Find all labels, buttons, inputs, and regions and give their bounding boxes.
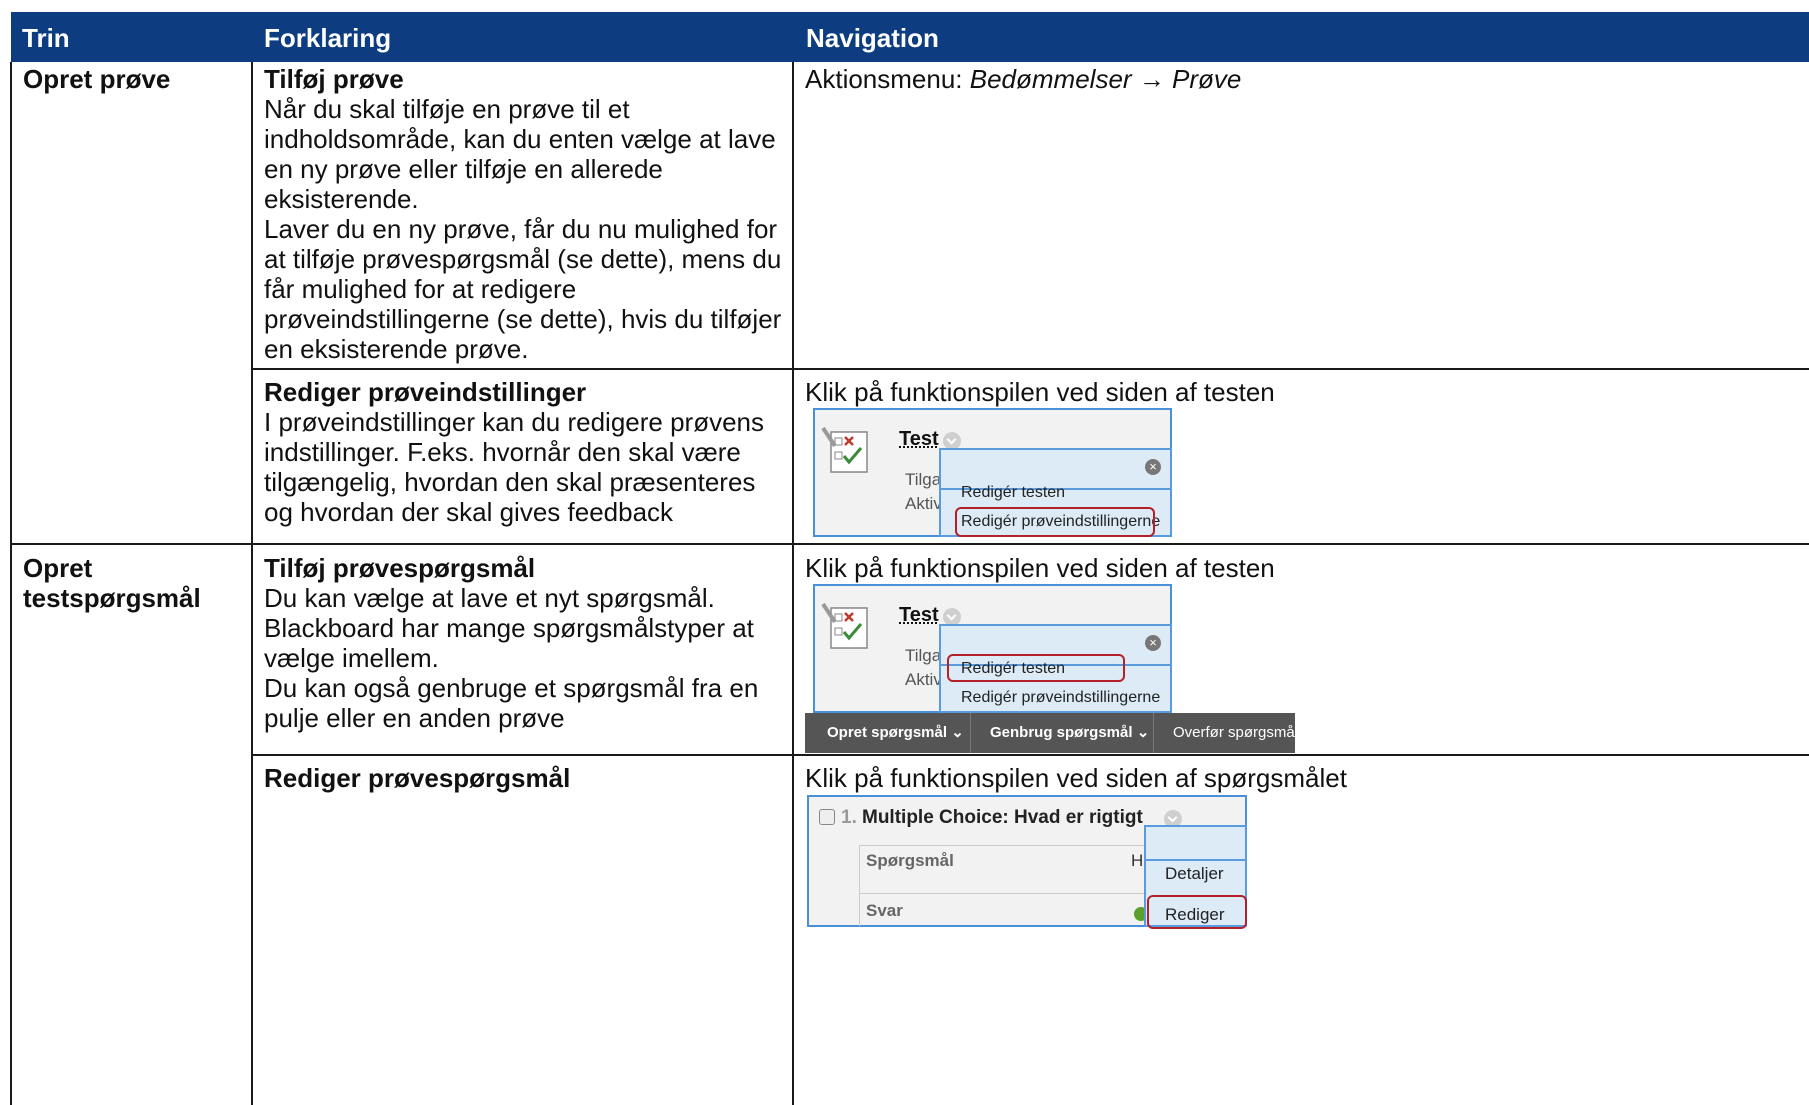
chevron-down-icon: ⌄ bbox=[1136, 724, 1150, 741]
explanation-line: en eksisterende prøve. bbox=[264, 334, 529, 364]
column-divider-1 bbox=[251, 62, 253, 1105]
nav-item-prove: Prøve bbox=[1172, 64, 1242, 94]
explanation-line: pulje eller en anden prøve bbox=[264, 703, 565, 733]
explanation-line: og hvordan der skal gives feedback bbox=[264, 497, 674, 527]
menu-item-rediger-testen[interactable]: Redigér testen bbox=[961, 484, 1065, 502]
column-header-trin: Trin bbox=[22, 23, 70, 53]
menu-header bbox=[1146, 827, 1245, 861]
context-menu: × Redigér testen Redigér prøveindstillin… bbox=[939, 624, 1172, 713]
screenshot-test-menu: Test Tilga Aktiv × Redigér testen Redigé… bbox=[813, 408, 1172, 537]
highlight-box bbox=[955, 507, 1155, 537]
row-divider-3 bbox=[251, 754, 1809, 756]
reuse-question-label: Genbrug spørgsmål bbox=[990, 724, 1133, 741]
navigation-instruction: Klik på funktionspilen ved siden af test… bbox=[805, 377, 1275, 407]
label-svar: Svar bbox=[866, 901, 903, 920]
item-detail-aktiv: Aktiv bbox=[905, 494, 942, 513]
highlight-box bbox=[1147, 895, 1247, 929]
toolbar-divider bbox=[1153, 713, 1154, 753]
test-icon bbox=[821, 426, 868, 473]
row-divider-2 bbox=[10, 543, 1809, 545]
navigation-aktionsmenu: Aktionsmenu: Bedømmelser → Prøve bbox=[805, 62, 1241, 97]
create-question-label: Opret spørgsmål bbox=[827, 724, 948, 741]
transfer-question-button[interactable]: Overfør spørgsmål bbox=[1173, 713, 1298, 753]
screenshot-question-menu: 1. Multiple Choice: Hvad er rigtigt Spør… bbox=[807, 795, 1247, 929]
test-title[interactable]: Test bbox=[899, 604, 939, 627]
toolbar-divider bbox=[970, 713, 971, 753]
nav-item-bedommelser: Bedømmelser bbox=[969, 64, 1132, 94]
navigation-instruction: Klik på funktionspilen ved siden af test… bbox=[805, 553, 1275, 583]
create-question-button[interactable]: Opret spørgsmål ⌄ bbox=[827, 713, 964, 753]
column-header-navigation: Navigation bbox=[806, 23, 939, 53]
table-header: Trin Forklaring Navigation bbox=[11, 12, 1809, 62]
screenshot-test-menu-2: Test Tilga Aktiv × Redigér testen Redigé… bbox=[813, 584, 1172, 713]
menu-item-detaljer[interactable]: Detaljer bbox=[1165, 864, 1224, 884]
item-detail-tilga: Tilga bbox=[905, 646, 942, 665]
context-menu: Detaljer Rediger bbox=[1144, 825, 1247, 929]
table-border-left bbox=[10, 62, 12, 1105]
arrow-right-icon: → bbox=[1138, 64, 1165, 94]
chevron-down-icon: ⌄ bbox=[951, 724, 964, 741]
explanation-title-rediger-spoergsmaal: Rediger prøvespørgsmål bbox=[264, 763, 571, 793]
context-menu: × Redigér testen Redigér prøveindstillin… bbox=[939, 448, 1172, 537]
item-detail-aktiv: Aktiv bbox=[905, 670, 942, 689]
question-number: 1. bbox=[841, 807, 857, 828]
label-spoergsmaal: Spørgsmål bbox=[866, 851, 954, 870]
question-toolbar: Opret spørgsmål ⌄ Genbrug spørgsmål ⌄ Ov… bbox=[805, 713, 1298, 753]
test-icon bbox=[821, 602, 868, 649]
menu-item-rediger-proveindstillinger[interactable]: Redigér prøveindstillingerne bbox=[961, 689, 1160, 707]
close-icon[interactable]: × bbox=[1145, 459, 1161, 475]
step-label-opret-prove: Opret prøve bbox=[23, 64, 171, 94]
question-checkbox[interactable] bbox=[819, 809, 835, 825]
table-divider bbox=[859, 893, 1149, 894]
close-icon[interactable]: × bbox=[1145, 635, 1161, 651]
question-text-partial: H bbox=[1131, 851, 1144, 870]
reuse-question-button[interactable]: Genbrug spørgsmål ⌄ bbox=[990, 713, 1149, 753]
column-divider-2 bbox=[792, 62, 794, 1105]
item-detail-tilga: Tilga bbox=[905, 470, 942, 489]
step-label-testspoergsmaal: testspørgsmål bbox=[23, 583, 201, 613]
test-title[interactable]: Test bbox=[899, 428, 939, 451]
highlight-box bbox=[947, 654, 1125, 682]
column-header-forklaring: Forklaring bbox=[264, 23, 392, 53]
row-divider-1 bbox=[251, 368, 1809, 370]
nav-prefix: Aktionsmenu: bbox=[805, 64, 970, 94]
navigation-instruction: Klik på funktionspilen ved siden af spør… bbox=[805, 763, 1347, 793]
question-title: Multiple Choice: Hvad er rigtigt bbox=[862, 807, 1143, 828]
